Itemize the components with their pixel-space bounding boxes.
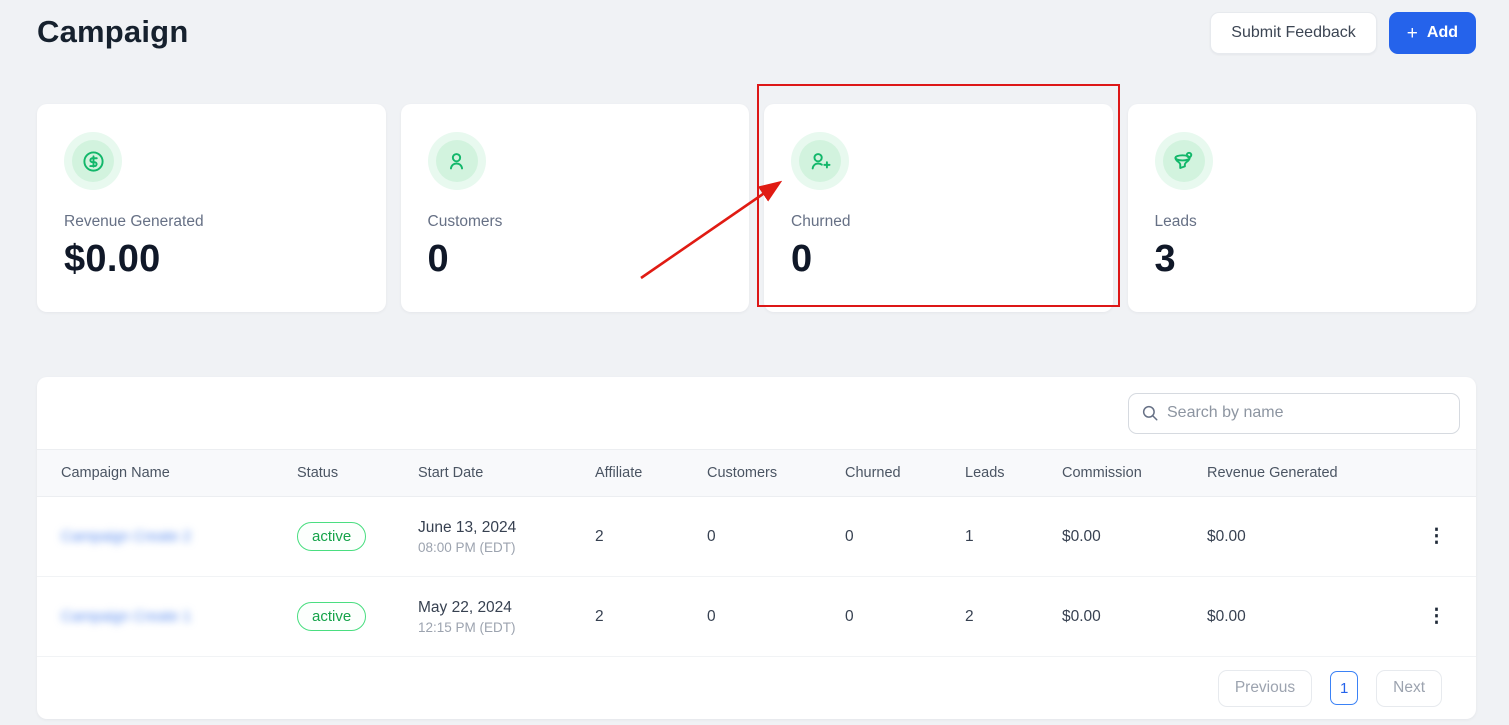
funnel-icon	[1162, 140, 1205, 182]
stat-card-churned: Churned 0	[764, 104, 1113, 312]
column-header-campaign-name: Campaign Name	[61, 465, 170, 481]
start-date: May 22, 2024	[418, 598, 512, 616]
previous-page-button[interactable]: Previous	[1217, 669, 1313, 707]
campaigns-table-card: Campaign Name Status Start Date Affiliat…	[37, 377, 1476, 719]
stat-label: Revenue Generated	[64, 213, 204, 230]
stat-icon-ring	[791, 132, 849, 190]
table-toolbar	[37, 377, 1476, 449]
stat-value: 3	[1154, 238, 1176, 280]
start-date: June 13, 2024	[418, 518, 517, 536]
row-menu-kebab-icon[interactable]: ⋮	[1421, 523, 1452, 550]
affiliate-count: 2	[595, 607, 604, 625]
leads-count: 1	[965, 527, 974, 545]
column-header-start-date: Start Date	[418, 465, 484, 481]
column-header-affiliate: Affiliate	[595, 465, 643, 481]
current-page-button[interactable]: 1	[1330, 671, 1359, 705]
status-badge: active	[297, 602, 367, 631]
commission-value: $0.00	[1062, 527, 1101, 545]
row-menu-kebab-icon[interactable]: ⋮	[1421, 603, 1452, 630]
page-header: Campaign Submit Feedback + Add	[37, 12, 1476, 66]
table-header-row: Campaign Name Status Start Date Affiliat…	[37, 449, 1476, 497]
affiliate-count: 2	[595, 527, 604, 545]
plus-icon: +	[1406, 22, 1418, 44]
start-time: 12:15 PM (EDT)	[418, 619, 516, 635]
column-header-commission: Commission	[1062, 465, 1142, 481]
campaign-name-link-redacted[interactable]: Campaign Create 1	[61, 608, 191, 625]
add-button[interactable]: + Add	[1388, 12, 1476, 54]
stat-card-customers: Customers 0	[400, 104, 749, 312]
column-header-revenue-generated: Revenue Generated	[1207, 465, 1338, 481]
stat-value: 0	[791, 238, 813, 280]
stat-value: $0.00	[64, 238, 161, 280]
table-row: Campaign Create 1 active May 22, 2024 12…	[37, 577, 1476, 657]
next-page-button[interactable]: Next	[1376, 669, 1442, 707]
leads-count: 2	[965, 607, 974, 625]
status-badge: active	[297, 522, 367, 551]
commission-value: $0.00	[1062, 607, 1101, 625]
churned-count: 0	[845, 527, 854, 545]
add-button-label: Add	[1426, 24, 1458, 41]
stat-icon-ring	[427, 132, 486, 190]
user-icon	[435, 140, 478, 182]
stats-row: Revenue Generated $0.00 Customers 0 Chur…	[37, 104, 1476, 312]
circle-dollar-sign-icon	[72, 140, 114, 182]
table-row: Campaign Create 2 active June 13, 2024 0…	[37, 497, 1476, 577]
stat-label: Churned	[791, 213, 851, 230]
stat-icon-ring	[64, 132, 122, 190]
stat-label: Customers	[427, 213, 503, 230]
search-box[interactable]	[1128, 392, 1460, 434]
stat-value: 0	[427, 238, 449, 280]
column-header-status: Status	[297, 465, 339, 481]
campaign-name-link-redacted[interactable]: Campaign Create 2	[61, 528, 191, 545]
search-input[interactable]	[1167, 404, 1447, 422]
search-icon	[1142, 405, 1158, 421]
start-time: 08:00 PM (EDT)	[418, 539, 516, 555]
column-header-customers: Customers	[707, 465, 778, 481]
revenue-generated-value: $0.00	[1207, 607, 1246, 625]
revenue-generated-value: $0.00	[1207, 527, 1246, 545]
customers-count: 0	[707, 607, 716, 625]
submit-feedback-button[interactable]: Submit Feedback	[1210, 12, 1377, 54]
stat-card-revenue: Revenue Generated $0.00	[37, 104, 386, 312]
column-header-leads: Leads	[965, 465, 1005, 481]
customers-count: 0	[707, 527, 716, 545]
pagination: Previous 1 Next	[37, 657, 1476, 719]
campaign-page: Campaign Submit Feedback + Add Revenue G…	[0, 0, 1509, 725]
user-plus-icon	[799, 140, 841, 182]
stat-icon-ring	[1154, 132, 1213, 190]
column-header-churned: Churned	[845, 465, 901, 481]
churned-count: 0	[845, 607, 854, 625]
page-title: Campaign	[37, 14, 189, 49]
header-actions: Submit Feedback + Add	[1210, 12, 1476, 54]
stat-card-leads: Leads 3	[1127, 104, 1476, 312]
stat-label: Leads	[1154, 213, 1197, 230]
